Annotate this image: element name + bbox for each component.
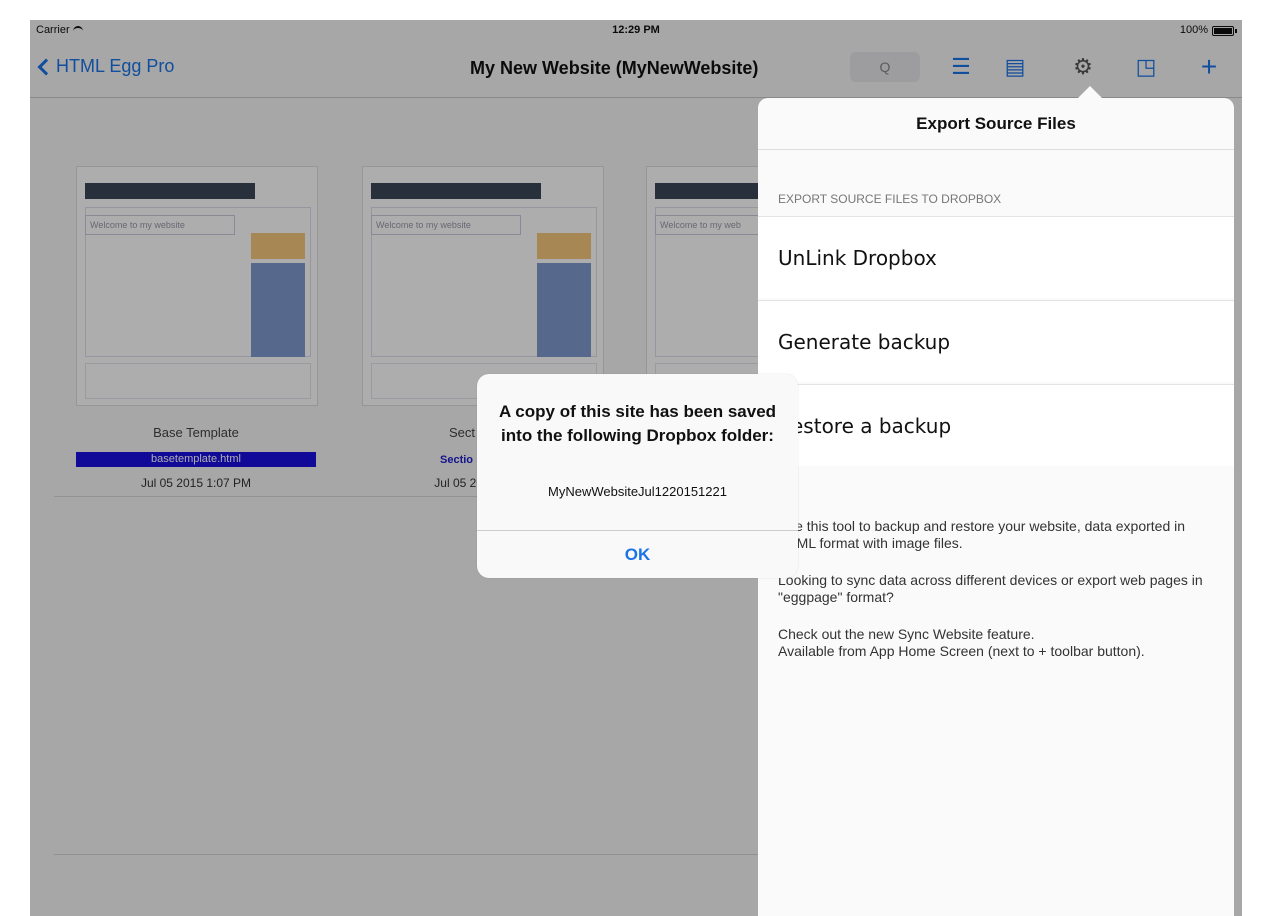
alert-message: MyNewWebsiteJul1220151221 xyxy=(548,484,727,499)
popover-title: Export Source Files xyxy=(758,98,1234,150)
generate-backup-row[interactable]: Generate backup xyxy=(758,300,1234,382)
ok-button[interactable]: OK xyxy=(477,530,798,578)
alert-dialog: A copy of this site has been saved into … xyxy=(477,374,798,578)
description-paragraph: Use this tool to backup and restore your… xyxy=(778,518,1186,551)
description-paragraph: Looking to sync data across different de… xyxy=(778,572,1203,605)
description-paragraph: Check out the new Sync Website feature. … xyxy=(778,626,1145,659)
ipad-screen: Carrier 12:29 PM 100% HTML Egg Pro My Ne… xyxy=(30,20,1242,916)
alert-title: A copy of this site has been saved into … xyxy=(498,402,777,445)
unlink-dropbox-row[interactable]: UnLink Dropbox xyxy=(758,216,1234,298)
popover-arrow xyxy=(1078,86,1102,98)
export-popover: Export Source Files EXPORT SOURCE FILES … xyxy=(758,98,1234,916)
restore-backup-row[interactable]: Restore a backup xyxy=(758,384,1234,466)
section-header: EXPORT SOURCE FILES TO DROPBOX xyxy=(778,192,1002,206)
